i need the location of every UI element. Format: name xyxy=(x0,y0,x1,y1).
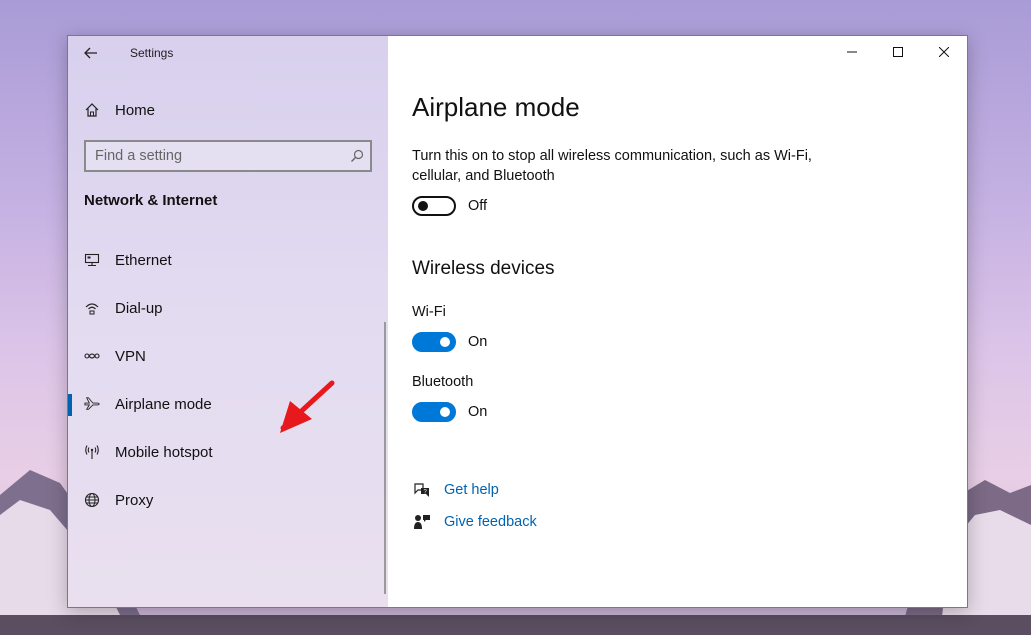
bluetooth-toggle-row: On xyxy=(412,402,487,422)
minimize-button[interactable] xyxy=(829,36,875,68)
active-indicator xyxy=(68,394,72,416)
airplane-mode-toggle[interactable] xyxy=(412,196,456,216)
sidebar: Settings Home Network & Internet xyxy=(68,36,388,607)
get-help-link[interactable]: ? Get help xyxy=(412,480,499,500)
search-icon[interactable] xyxy=(344,149,370,163)
airplane-icon xyxy=(84,396,100,412)
wifi-label: Wi-Fi xyxy=(412,304,446,320)
dial-up-icon xyxy=(84,300,100,316)
wifi-toggle-row: On xyxy=(412,332,487,352)
sidebar-scrollbar[interactable] xyxy=(384,322,386,594)
toggle-knob xyxy=(440,407,450,417)
search-input[interactable] xyxy=(86,141,344,171)
sidebar-item-dial-up[interactable]: Dial-up xyxy=(68,284,388,332)
search-box[interactable] xyxy=(84,140,372,172)
ethernet-icon xyxy=(84,252,100,268)
wireless-devices-title: Wireless devices xyxy=(412,258,555,279)
maximize-icon xyxy=(893,47,903,57)
feedback-icon xyxy=(412,512,432,532)
sidebar-item-label: Proxy xyxy=(115,491,154,509)
nav-home-label: Home xyxy=(115,101,156,119)
sidebar-item-airplane-mode[interactable]: Airplane mode xyxy=(68,380,388,428)
help-chat-icon: ? xyxy=(412,480,432,500)
sidebar-item-proxy[interactable]: Proxy xyxy=(68,476,388,524)
content-pane: Airplane mode Turn this on to stop all w… xyxy=(388,36,967,607)
settings-window: Settings Home Network & Internet xyxy=(67,35,968,608)
sidebar-item-label: Mobile hotspot xyxy=(115,443,213,461)
wifi-toggle[interactable] xyxy=(412,332,456,352)
sidebar-item-vpn[interactable]: VPN xyxy=(68,332,388,380)
globe-icon xyxy=(84,492,100,508)
home-icon xyxy=(84,102,100,118)
toggle-knob xyxy=(418,201,428,211)
close-button[interactable] xyxy=(921,36,967,68)
page-title: Airplane mode xyxy=(412,92,580,122)
sidebar-item-label: Airplane mode xyxy=(115,395,212,413)
sidebar-item-label: VPN xyxy=(115,347,146,365)
app-title: Settings xyxy=(130,46,174,60)
vpn-icon xyxy=(84,348,100,364)
bluetooth-toggle-state: On xyxy=(468,404,488,420)
airplane-toggle-state: Off xyxy=(468,198,488,214)
sidebar-item-label: Ethernet xyxy=(115,251,172,269)
airplane-description: Turn this on to stop all wireless commun… xyxy=(412,148,812,184)
wifi-toggle-state: On xyxy=(468,334,488,350)
airplane-toggle-row: Off xyxy=(412,196,487,216)
window-controls xyxy=(829,36,967,68)
bluetooth-label: Bluetooth xyxy=(412,374,474,390)
toggle-knob xyxy=(440,337,450,347)
sidebar-item-mobile-hotspot[interactable]: Mobile hotspot xyxy=(68,428,388,476)
bluetooth-toggle[interactable] xyxy=(412,402,456,422)
minimize-icon xyxy=(847,51,857,53)
give-feedback-link[interactable]: Give feedback xyxy=(412,512,537,532)
close-icon xyxy=(939,47,949,57)
give-feedback-label: Give feedback xyxy=(444,514,537,530)
sidebar-item-ethernet[interactable]: Ethernet xyxy=(68,236,388,284)
back-arrow-icon xyxy=(84,47,97,59)
section-title: Network & Internet xyxy=(84,192,218,209)
nav-home[interactable]: Home xyxy=(84,96,155,124)
title-bar: Settings xyxy=(68,36,388,70)
get-help-label: Get help xyxy=(444,482,499,498)
nav-list: Ethernet Dial-up VPN Airplane mode Mobil… xyxy=(68,236,388,524)
sidebar-item-label: Dial-up xyxy=(115,299,163,317)
back-button[interactable] xyxy=(68,36,114,70)
maximize-button[interactable] xyxy=(875,36,921,68)
hotspot-icon xyxy=(84,444,100,460)
